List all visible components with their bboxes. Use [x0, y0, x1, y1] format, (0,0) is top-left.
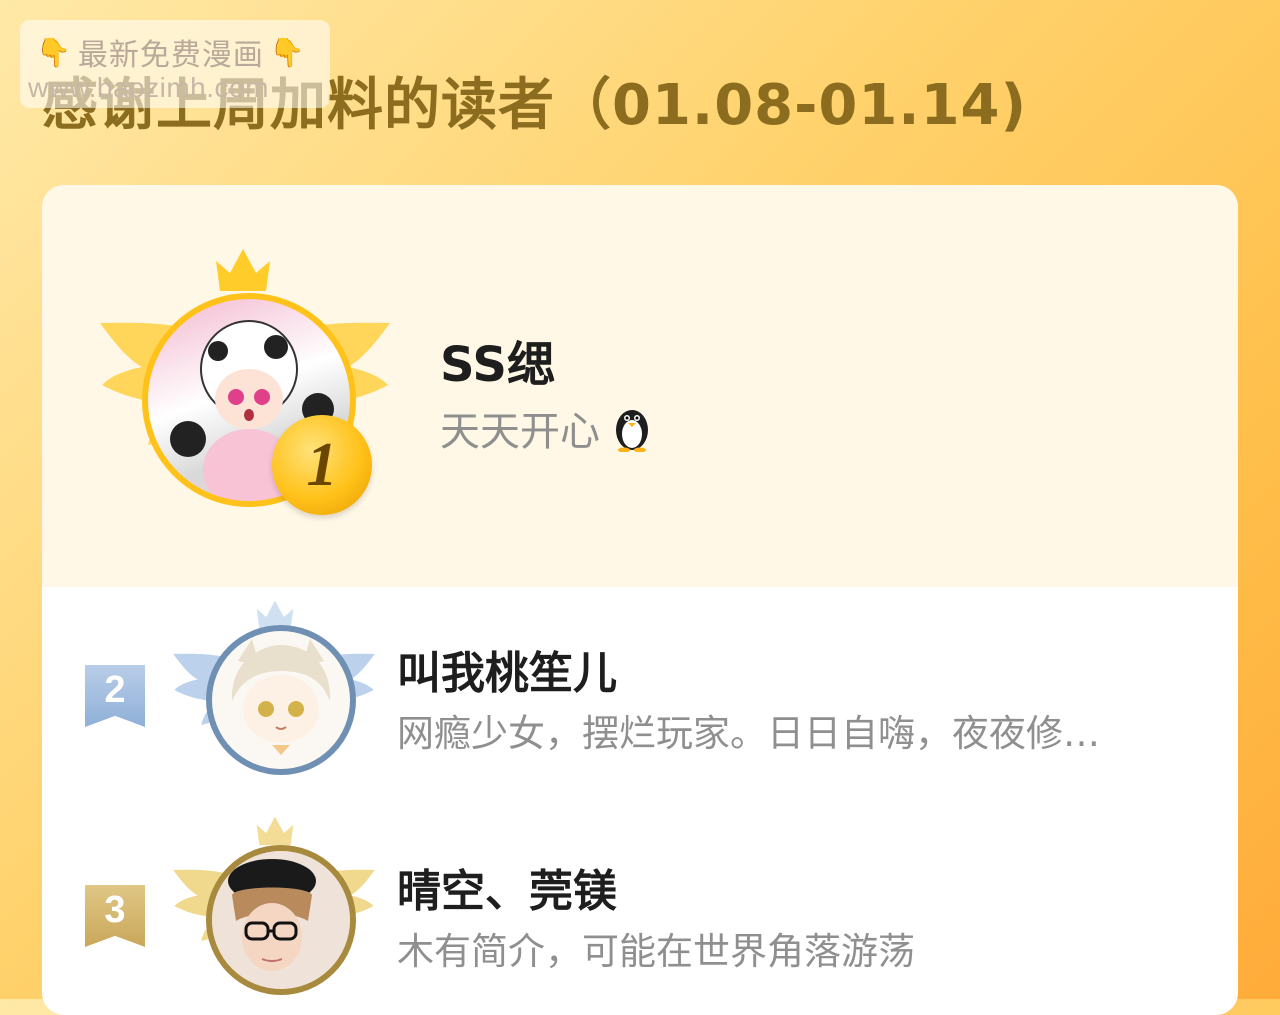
reader-bio: 网瘾少女，摆烂玩家。日日自嗨，夜夜修…: [397, 712, 1100, 755]
penguin-icon: [616, 410, 648, 452]
avatar[interactable]: [206, 625, 356, 775]
avatar-illustration: [231, 639, 331, 755]
pointing-down-hand-icon: 👇: [269, 35, 306, 69]
rank-badge: 3: [85, 885, 145, 947]
ranking-card: 1 SS缌 天天开心 2 叫我桃笙儿 网瘾少女，摆烂玩家。日日自嗨，夜夜修… 3…: [42, 185, 1238, 1015]
watermark-text: 👇 最新免费漫画 👇: [36, 30, 306, 74]
pointing-down-hand-icon: 👇: [36, 35, 72, 69]
avatar[interactable]: [206, 845, 356, 995]
reader-bio-text: 天天开心: [440, 409, 600, 455]
avatar-illustration: [212, 851, 350, 989]
crown-icon: [256, 816, 294, 846]
reader-name[interactable]: SS缌: [440, 325, 555, 395]
crown-icon: [216, 249, 270, 291]
reader-bio: 天天开心: [440, 399, 654, 457]
rank-badge: 2: [85, 665, 145, 727]
watermark-overlay: 👇 最新免费漫画 👇 www.baozimh.com: [20, 20, 330, 108]
watermark-label: 最新免费漫画: [77, 38, 264, 73]
reader-name[interactable]: 晴空、莞镁: [397, 855, 617, 919]
reader-bio: 木有简介，可能在世界角落游荡: [397, 930, 915, 973]
watermark-url: www.baozimh.com: [28, 72, 269, 103]
reader-name[interactable]: 叫我桃笙儿: [397, 637, 617, 701]
rank-medal: 1: [272, 415, 372, 515]
